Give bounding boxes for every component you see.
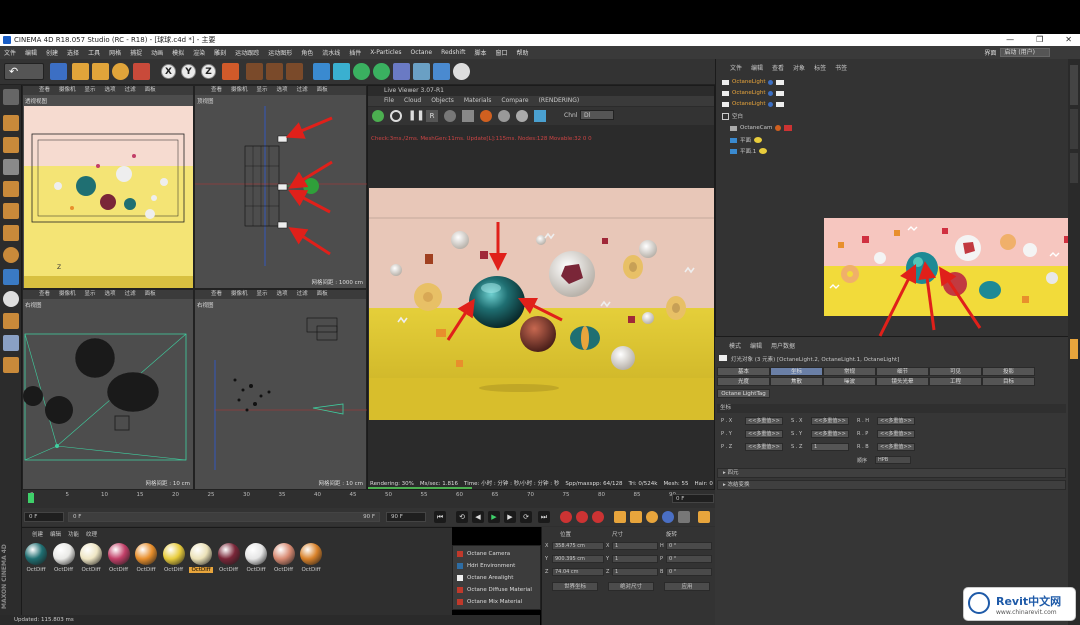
arrow-light-1 xyxy=(285,116,333,139)
annotation-arrows xyxy=(285,116,982,341)
arrow-light-2 xyxy=(288,160,333,189)
watermark-brand: Revit中文网 xyxy=(996,595,1062,608)
arrow-light-3 xyxy=(288,189,331,214)
watermark-url: www.chinarevit.com xyxy=(996,609,1057,616)
arrow-preview-left xyxy=(878,263,917,337)
revit-watermark: Revit中文网 www.chinarevit.com xyxy=(963,587,1076,621)
arrow-preview-right xyxy=(939,266,982,329)
arrow-light-4 xyxy=(288,227,331,256)
arrow-render-left xyxy=(446,298,475,341)
revit-logo-icon xyxy=(968,592,990,614)
arrow-preview-mid xyxy=(918,261,937,331)
arrow-render-right xyxy=(517,297,563,322)
